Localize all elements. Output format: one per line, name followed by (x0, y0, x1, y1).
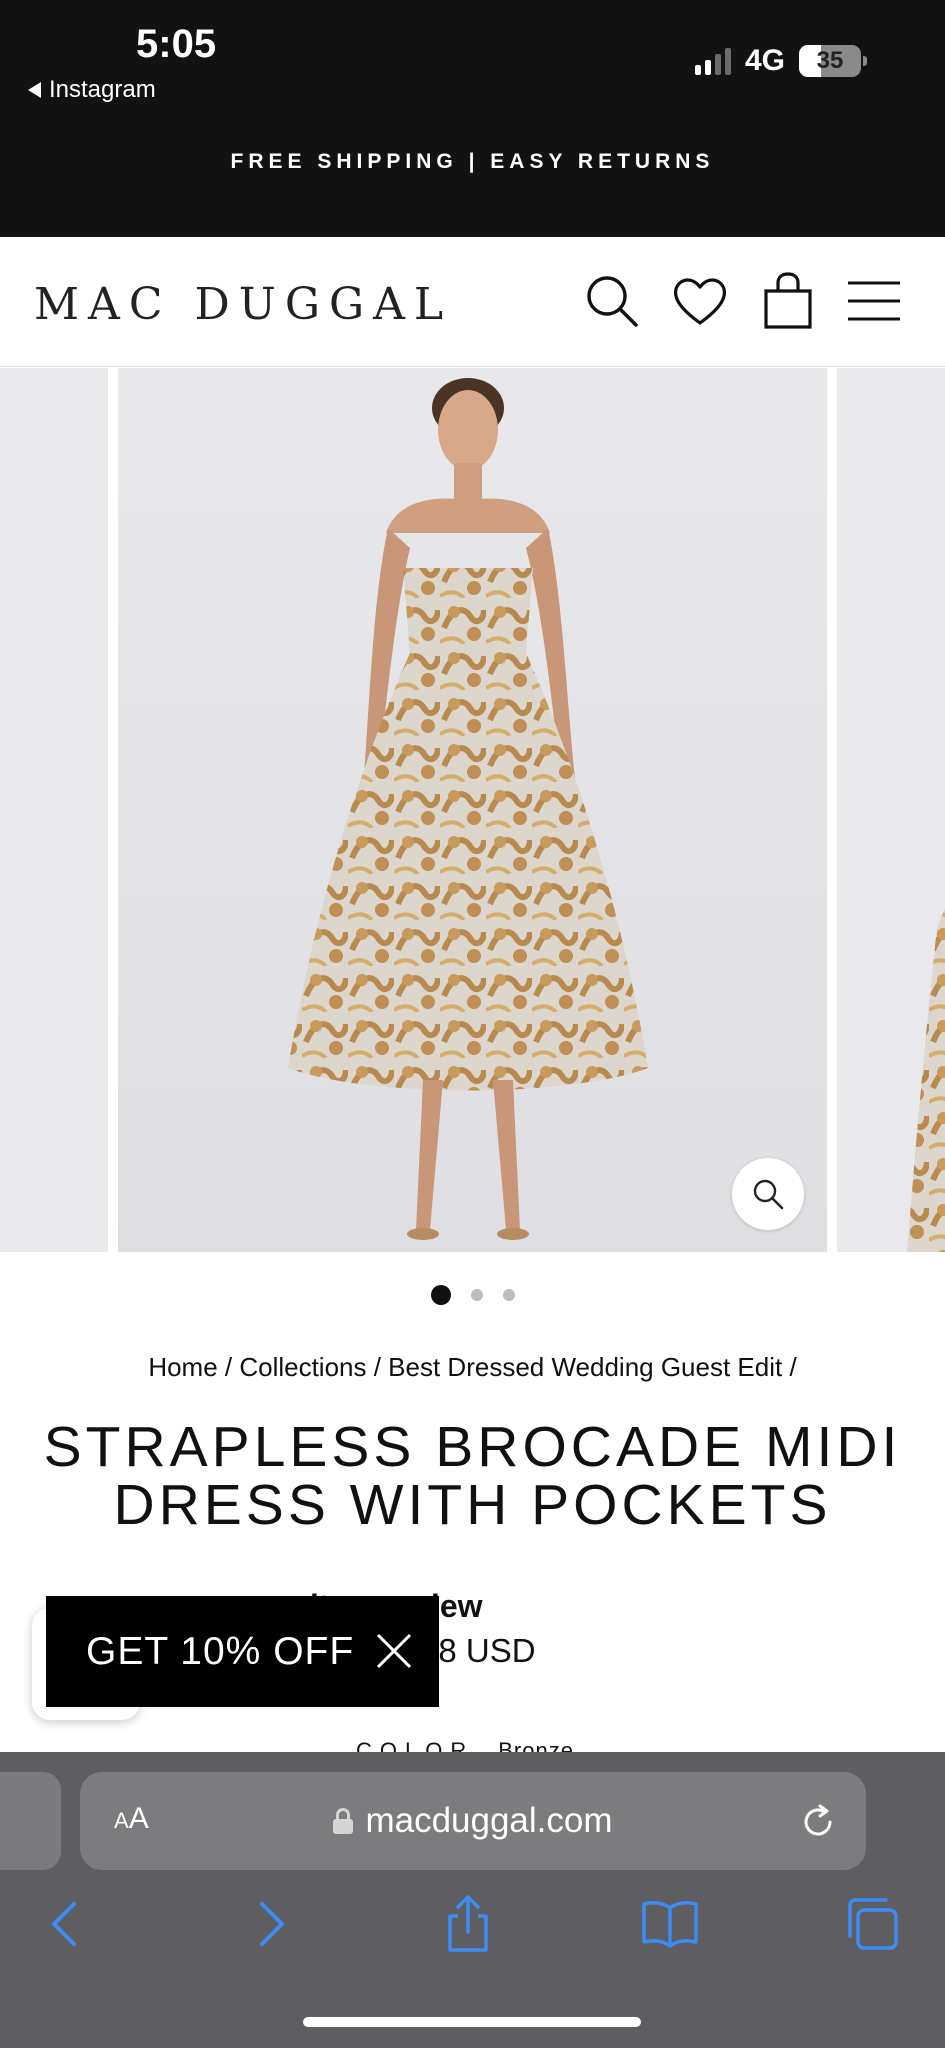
menu-icon[interactable] (842, 269, 906, 333)
battery-icon: 35 (799, 45, 867, 77)
site-header: MAC DUGGAL (0, 237, 945, 367)
gallery-slide-previous[interactable] (0, 368, 108, 1252)
home-indicator (303, 2017, 641, 2027)
promo-banner[interactable]: FREE SHIPPING | EASY RETURNS (0, 150, 945, 174)
bag-icon[interactable] (756, 269, 820, 333)
url-text: macduggal.com (365, 1801, 613, 1840)
zoom-button[interactable] (732, 1158, 804, 1230)
signal-icon (694, 47, 731, 75)
browser-chrome: AA macduggal.com (0, 1752, 945, 2048)
pagination-dot-1[interactable] (430, 1285, 451, 1305)
back-to-app-link[interactable]: Instagram (28, 76, 156, 104)
pagination-dot-2[interactable] (470, 1289, 483, 1301)
gallery-slide-next[interactable] (837, 368, 945, 1252)
top-bar: 5:05 Instagram 4G 35 FREE SHIPPING | EAS… (0, 0, 945, 237)
url-display[interactable]: macduggal.com (80, 1772, 866, 1870)
search-icon[interactable] (580, 269, 644, 333)
reload-icon[interactable] (798, 1802, 838, 1842)
network-type: 4G (744, 44, 785, 77)
next-image-preview (907, 908, 945, 1252)
battery-level: 35 (816, 47, 844, 74)
product-title: STRAPLESS BROCADE MIDI DRESS WITH POCKET… (43, 1415, 902, 1537)
forward-icon[interactable] (240, 1892, 300, 1956)
tabs-icon[interactable] (842, 1892, 902, 1956)
gallery-slide-main[interactable] (118, 368, 827, 1252)
browser-toolbar (0, 1892, 945, 1962)
back-triangle-icon (28, 82, 41, 98)
share-icon[interactable] (438, 1892, 498, 1956)
address-bar[interactable]: AA macduggal.com (80, 1772, 866, 1870)
brand-logo[interactable]: MAC DUGGAL (34, 279, 452, 330)
heart-icon[interactable] (668, 269, 732, 333)
product-image (118, 368, 827, 1252)
back-icon[interactable] (36, 1892, 96, 1956)
offer-label[interactable]: GET 10% OFF (86, 1630, 354, 1674)
status-indicators: 4G 35 (694, 44, 867, 78)
status-time: 5:05 (136, 22, 217, 66)
lock-icon (333, 1808, 354, 1834)
zoom-icon (753, 1179, 784, 1210)
product-gallery[interactable] (0, 368, 945, 1252)
bookmarks-icon[interactable] (640, 1892, 700, 1956)
gallery-pagination (0, 1285, 945, 1305)
previous-tab-preview[interactable] (0, 1772, 61, 1870)
pagination-dot-3[interactable] (502, 1289, 515, 1301)
breadcrumb[interactable]: Home / Collections / Best Dressed Weddin… (0, 1352, 945, 1383)
back-app-label: Instagram (49, 76, 156, 103)
close-icon[interactable] (375, 1632, 413, 1670)
discount-offer-popup[interactable]: GET 10% OFF (46, 1596, 439, 1707)
